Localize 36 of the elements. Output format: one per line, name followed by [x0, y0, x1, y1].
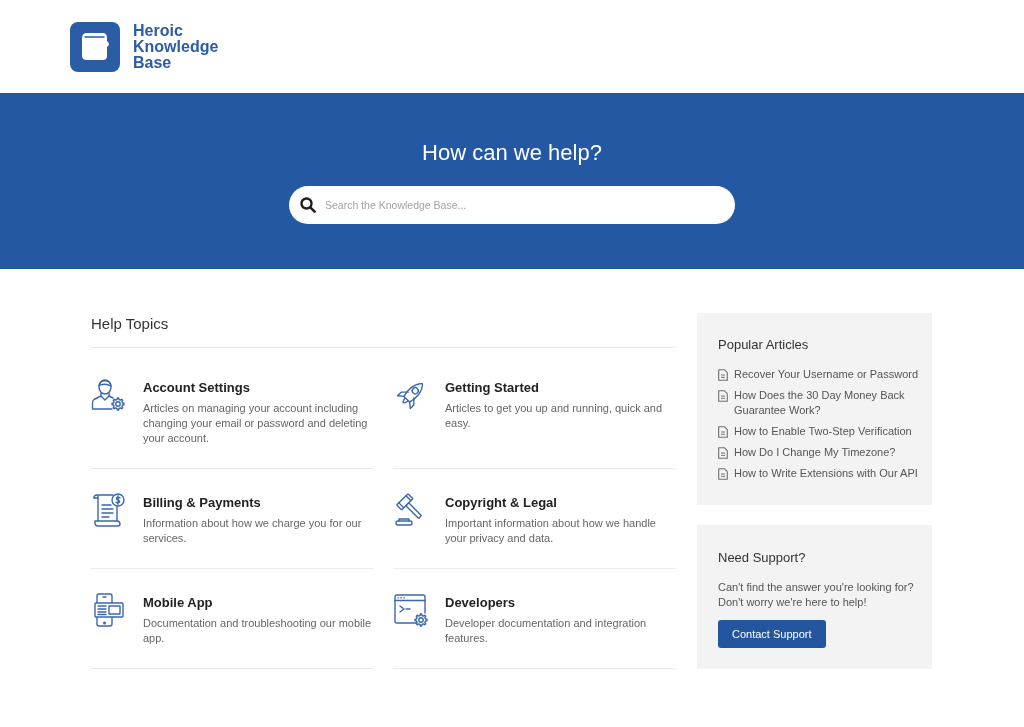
document-icon [718, 389, 728, 402]
invoice-coin-icon [91, 492, 127, 528]
topic-description: Important information about how we handle your privacy and data. [445, 516, 657, 546]
terminal-gear-icon [393, 592, 429, 628]
topic-title-link[interactable]: Getting Started [445, 380, 539, 396]
article-link[interactable]: How to Enable Two-Step Verification [734, 424, 912, 439]
panel-title: Popular Articles [718, 337, 810, 353]
topic-title-link[interactable]: Mobile App [143, 595, 213, 611]
section-heading: Help Topics [91, 315, 676, 348]
search-field[interactable]: Search the Knowledge Base... [289, 186, 735, 224]
article-link[interactable]: How Do I Change My Timezone? [734, 445, 896, 460]
topic-description: Articles on managing your account including changing your email or password and deleting your account. [143, 401, 369, 446]
article-link[interactable]: How Does the 30 Day Money Back Guarantee Work? [734, 388, 922, 418]
book-logo-icon [70, 21, 120, 72]
contact-support-button[interactable]: Contact Support [718, 620, 826, 648]
document-icon [718, 446, 728, 459]
search-icon [300, 197, 316, 213]
topic-title-link[interactable]: Billing & Payments [143, 495, 261, 511]
topic-title-link[interactable]: Developers [445, 595, 516, 611]
support-text: Can't find the answer you're looking for? Don't worry we're here to help! [718, 580, 915, 610]
user-gear-icon [91, 377, 127, 413]
hero-title: How can we help? [422, 140, 602, 166]
topic-title-link[interactable]: Account Settings [143, 380, 250, 396]
document-icon [718, 425, 728, 438]
topic-description: Articles to get you up and running, quick and easy. [445, 401, 664, 431]
article-link[interactable]: Recover Your Username or Password [734, 367, 919, 382]
mobile-phone-icon [91, 592, 127, 628]
article-link[interactable]: How to Write Extensions with Our API [734, 466, 918, 481]
topic-title-link[interactable]: Copyright & Legal [445, 495, 557, 511]
topic-description: Information about how we charge you for our services. [143, 516, 363, 546]
topic-description: Developer documentation and integration features. [445, 616, 648, 646]
topic-description: Documentation and troubleshooting our mobile app. [143, 616, 373, 646]
logo-text: Heroic Knowledge Base [133, 22, 219, 71]
document-icon [718, 467, 728, 480]
document-icon [718, 368, 728, 381]
panel-title: Need Support? [718, 550, 807, 566]
